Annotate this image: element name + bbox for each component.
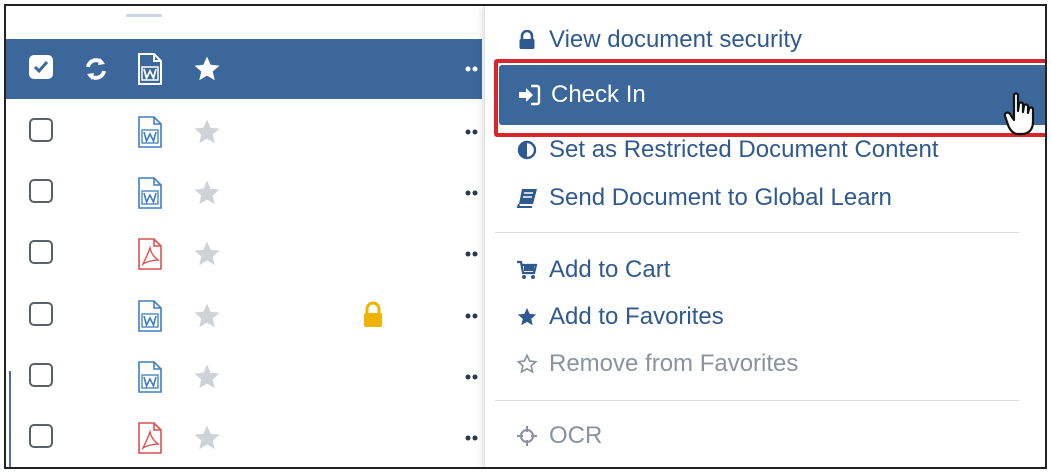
star-filled-icon xyxy=(515,305,539,329)
more-actions-icon[interactable] xyxy=(465,313,479,319)
sync-icon[interactable] xyxy=(83,56,109,82)
menu-item-label: Send Document to Global Learn xyxy=(549,184,892,211)
crosshair-icon xyxy=(515,424,539,448)
document-list xyxy=(6,6,482,467)
more-actions-icon[interactable] xyxy=(465,129,479,135)
row-checkbox[interactable] xyxy=(29,240,53,264)
favorite-star-icon[interactable] xyxy=(192,423,222,453)
menu-item-label: View document security xyxy=(549,26,803,53)
favorite-star-icon[interactable] xyxy=(192,362,222,392)
favorite-star-icon[interactable] xyxy=(192,301,222,331)
document-row[interactable] xyxy=(6,163,482,223)
menu-item-add-to-favorites[interactable]: Add to Favorites xyxy=(485,295,1045,339)
document-row[interactable] xyxy=(6,347,482,407)
menu-item-view-document-security[interactable]: View document security xyxy=(485,18,1045,62)
word-file-icon xyxy=(138,361,162,393)
menu-item-check-in[interactable]: Check In xyxy=(499,65,1045,125)
word-file-icon xyxy=(138,300,162,332)
row-checkbox[interactable] xyxy=(29,424,53,448)
row-checkbox[interactable] xyxy=(29,179,53,203)
document-row[interactable] xyxy=(6,102,482,162)
menu-separator xyxy=(495,400,1019,401)
favorite-star-icon[interactable] xyxy=(192,239,222,269)
word-file-icon xyxy=(138,116,162,148)
more-actions-icon[interactable] xyxy=(465,435,479,441)
menu-item-label: Remove from Favorites xyxy=(549,350,799,377)
sign-in-icon xyxy=(517,83,541,107)
menu-item-label: Check In xyxy=(551,81,646,108)
lock-icon xyxy=(364,301,382,327)
pdf-file-icon xyxy=(138,238,162,270)
menu-item-add-to-cart[interactable]: Add to Cart xyxy=(485,248,1045,292)
cart-icon xyxy=(515,258,539,282)
menu-item-label: Add to Favorites xyxy=(549,303,724,330)
menu-item-label: Set as Restricted Document Content xyxy=(549,136,939,163)
menu-item-set-restricted-content[interactable]: Set as Restricted Document Content xyxy=(485,128,1045,172)
word-file-icon xyxy=(138,177,162,209)
book-icon xyxy=(515,186,539,210)
document-row[interactable] xyxy=(6,408,482,467)
more-actions-icon[interactable] xyxy=(465,374,479,380)
row-checkbox[interactable] xyxy=(29,302,53,326)
more-actions-icon[interactable] xyxy=(465,66,479,72)
pdf-file-icon xyxy=(138,422,162,454)
star-outline-icon xyxy=(515,352,539,376)
favorite-star-icon[interactable] xyxy=(192,54,222,84)
row-checkbox-checked[interactable] xyxy=(29,55,53,79)
row-checkbox[interactable] xyxy=(29,118,53,142)
document-row[interactable] xyxy=(6,224,482,284)
context-menu: View document security Check In Set as R… xyxy=(484,6,1045,467)
more-actions-icon[interactable] xyxy=(465,190,479,196)
favorite-star-icon[interactable] xyxy=(192,117,222,147)
list-edge-line xyxy=(9,371,11,467)
row-checkbox[interactable] xyxy=(29,363,53,387)
word-file-icon xyxy=(138,53,162,85)
lock-icon xyxy=(515,28,539,52)
menu-item-send-to-global-learn[interactable]: Send Document to Global Learn xyxy=(485,176,1045,220)
document-row-selected[interactable] xyxy=(6,39,482,99)
hand-pointer-cursor-icon xyxy=(1003,92,1035,136)
menu-item-ocr[interactable]: OCR xyxy=(485,414,1045,458)
favorite-star-icon[interactable] xyxy=(192,178,222,208)
menu-item-label: OCR xyxy=(549,422,603,449)
more-actions-icon[interactable] xyxy=(465,251,479,257)
screenshot-frame: View document security Check In Set as R… xyxy=(4,4,1047,469)
document-row[interactable] xyxy=(6,286,482,346)
menu-separator xyxy=(495,232,1019,233)
menu-item-label: Add to Cart xyxy=(549,256,671,283)
menu-item-remove-from-favorites[interactable]: Remove from Favorites xyxy=(485,342,1045,386)
scroll-stub xyxy=(126,14,162,17)
half-circle-shield-icon xyxy=(515,138,539,162)
